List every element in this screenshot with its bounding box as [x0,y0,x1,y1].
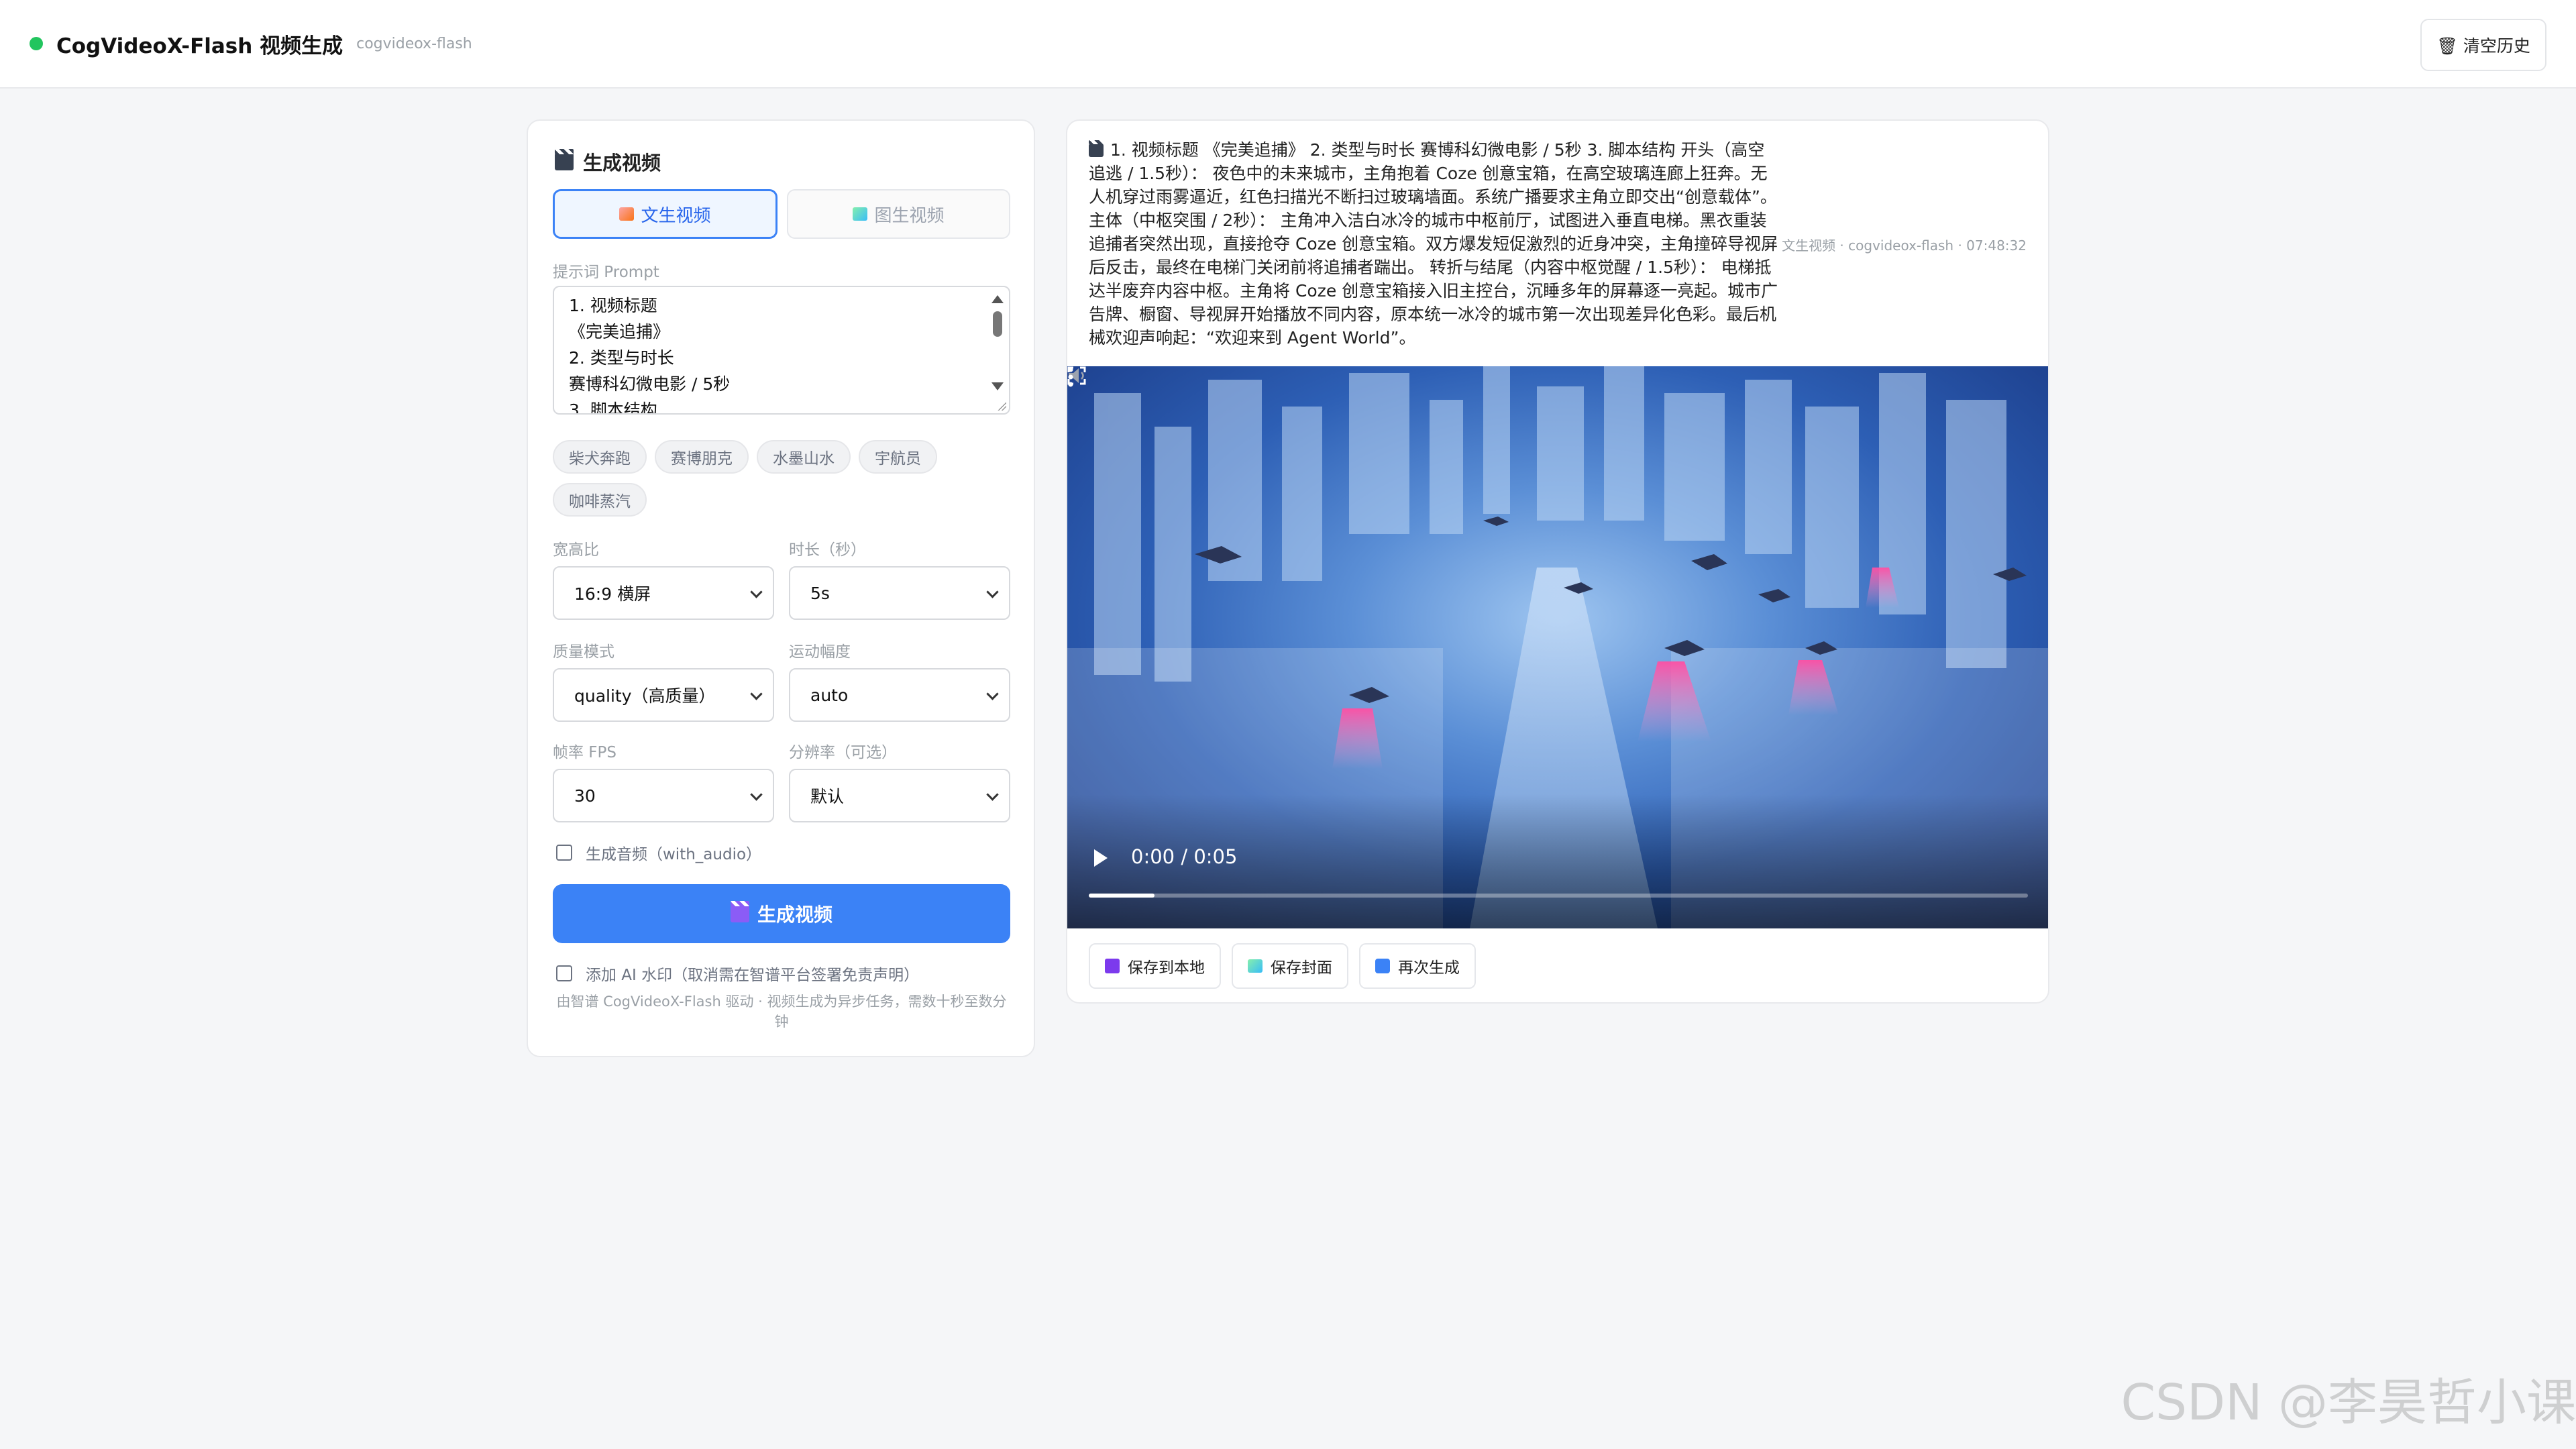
image-icon [1248,959,1263,973]
preset-chip[interactable]: 咖啡蒸汽 [553,483,647,517]
generate-label: 生成视频 [757,904,833,926]
clapperboard-icon [730,901,749,922]
prompt-line: 2. 类型与时长 [569,348,674,368]
fps-label: 帧率 FPS [553,744,617,761]
status-dot-icon [30,37,43,50]
prompt-line: 3. 脚本结构 [569,400,657,415]
save-local-button[interactable]: 保存到本地 [1089,943,1221,989]
motion-label: 运动幅度 [789,643,851,661]
mode-tabs: 文生视频 图生视频 [553,189,1010,239]
regenerate-label: 再次生成 [1398,959,1460,977]
watermark-label: 添加 AI 水印（取消需在智谱平台签署免责声明） [586,967,920,984]
quality-label: 质量模式 [553,643,614,661]
top-bar: CogVideoX-Flash 视频生成 cogvideox-flash 🗑 清… [0,0,2576,89]
prompt-label: 提示词 Prompt [553,264,659,281]
tab-text-to-video[interactable]: 文生视频 [553,189,777,239]
generate-button[interactable]: 生成视频 [553,884,1010,943]
audio-label: 生成音频（with_audio） [586,846,762,863]
csdn-watermark: CSDN @李昊哲小课 [2121,1374,2576,1432]
pencil-icon [619,207,635,221]
clapperboard-icon [555,149,574,170]
play-icon[interactable] [1094,849,1108,867]
motion-value: auto [810,685,849,705]
chevron-down-icon [986,586,999,598]
audio-option[interactable]: 生成音频（with_audio） [556,841,761,864]
resolution-value: 默认 [810,787,845,806]
prompt-line: 赛博科幻微电影 / 5秒 [569,374,731,394]
fps-value: 30 [574,786,596,806]
model-name: cogvideox-flash [356,35,472,52]
aspect-select[interactable]: 16:9 横屏 [553,566,774,620]
prompt-line: 《完美追捕》 [569,322,670,341]
watermark-checkbox[interactable] [556,965,572,981]
aspect-value: 16:9 横屏 [574,584,651,604]
duration-value: 5s [810,583,830,603]
quality-select[interactable]: quality（高质量） [553,668,774,722]
refresh-icon [1375,959,1390,973]
duration-select[interactable]: 5s [789,566,1010,620]
scroll-up-icon[interactable] [991,295,1004,303]
result-prompt-text: 1. 视频标题 《完美追捕》 2. 类型与时长 赛博科幻微电影 / 5秒 3. … [1089,140,1778,347]
save-cover-button[interactable]: 保存封面 [1232,943,1348,989]
fps-select[interactable]: 30 [553,769,774,822]
quality-value: quality（高质量） [574,686,716,706]
image-icon [853,207,868,221]
video-progress-bar[interactable] [1089,894,2028,898]
video-player[interactable]: 0:00 / 0:05 [1067,366,2048,928]
tab-label: 文生视频 [641,205,711,226]
scroll-thumb[interactable] [993,311,1002,337]
chevron-down-icon [750,788,763,801]
scroll-down-icon[interactable] [991,382,1004,390]
chevron-down-icon [750,688,763,700]
preset-chip[interactable]: 宇航员 [859,440,937,474]
preset-chip[interactable]: 水墨山水 [757,440,851,474]
more-options-icon[interactable] [1067,366,1074,388]
preset-chip[interactable]: 柴犬奔跑 [553,440,647,474]
prompt-presets: 柴犬奔跑 赛博朋克 水墨山水 宇航员 咖啡蒸汽 [553,440,1010,517]
prompt-textarea[interactable]: 1. 视频标题 《完美追捕》 2. 类型与时长 赛博科幻微电影 / 5秒 3. … [553,286,1010,415]
textarea-scrollbar[interactable] [990,292,1005,393]
prompt-line: 1. 视频标题 [569,296,657,315]
result-actions: 保存到本地 保存封面 再次生成 [1089,943,1476,989]
audio-checkbox[interactable] [556,845,572,861]
floppy-disk-icon [1105,959,1120,973]
regenerate-button[interactable]: 再次生成 [1359,943,1476,989]
clear-history-label: 🗑 清空历史 [2436,36,2530,56]
powered-by-note: 由智谱 CogVideoX-Flash 驱动 · 视频生成为异步任务，需数十秒至… [556,994,1007,1030]
app-title: CogVideoX-Flash 视频生成 [56,34,343,58]
resolution-select[interactable]: 默认 [789,769,1010,822]
chevron-down-icon [750,586,763,598]
resize-handle-icon[interactable] [997,401,1006,411]
chevron-down-icon [986,688,999,700]
panel-title-text: 生成视频 [583,152,661,174]
tab-label: 图生视频 [874,205,945,226]
video-time: 0:00 / 0:05 [1131,845,1238,868]
tab-image-to-video[interactable]: 图生视频 [787,189,1010,239]
save-cover-label: 保存封面 [1271,959,1332,977]
result-meta: 文生视频 · cogvideox-flash · 07:48:32 [1782,237,2027,254]
motion-select[interactable]: auto [789,668,1010,722]
clear-history-button[interactable]: 🗑 清空历史 [2420,19,2546,71]
result-prompt: 1. 视频标题 《完美追捕》 2. 类型与时长 赛博科幻微电影 / 5秒 3. … [1089,138,1780,350]
generate-panel: 生成视频 文生视频 图生视频 提示词 Prompt 1. 视频标题 《完美追捕》… [527,119,1035,1057]
resolution-label: 分辨率（可选） [789,744,897,761]
watermark-option[interactable]: 添加 AI 水印（取消需在智谱平台签署免责声明） [556,962,919,985]
panel-title: 生成视频 [555,148,661,176]
video-progress-fill [1089,894,1155,898]
duration-label: 时长（秒） [789,541,866,559]
save-local-label: 保存到本地 [1128,959,1205,977]
chevron-down-icon [986,788,999,801]
result-card: 1. 视频标题 《完美追捕》 2. 类型与时长 赛博科幻微电影 / 5秒 3. … [1066,119,2049,1004]
preset-chip[interactable]: 赛博朋克 [655,440,749,474]
clapperboard-icon [1089,140,1104,157]
aspect-label: 宽高比 [553,541,599,559]
